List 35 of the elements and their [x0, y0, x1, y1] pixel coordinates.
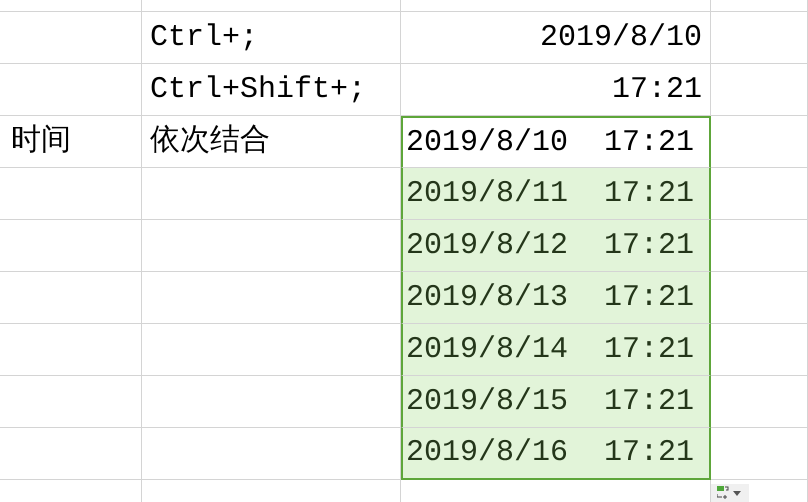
- table-cell[interactable]: 2019/8/13 17:21: [401, 272, 711, 324]
- table-cell[interactable]: 2019/8/11 17:21: [401, 168, 711, 220]
- table-cell[interactable]: [0, 324, 142, 376]
- table-cell[interactable]: [0, 0, 142, 12]
- table-cell[interactable]: 时间: [0, 116, 142, 168]
- caret-icon: [733, 490, 741, 496]
- table-cell[interactable]: 2019/8/14 17:21: [401, 324, 711, 376]
- table-cell[interactable]: [142, 0, 401, 12]
- table-cell[interactable]: [0, 220, 142, 272]
- table-cell[interactable]: [711, 12, 808, 64]
- table-cell[interactable]: [711, 376, 808, 428]
- table-cell[interactable]: [711, 116, 808, 168]
- table-cell[interactable]: 2019/8/12 17:21: [401, 220, 711, 272]
- table-cell[interactable]: [711, 64, 808, 116]
- quick-fill-button[interactable]: [711, 484, 749, 502]
- table-cell[interactable]: [0, 168, 142, 220]
- table-cell[interactable]: Ctrl+;: [142, 12, 401, 64]
- table-cell[interactable]: [711, 220, 808, 272]
- table-cell[interactable]: [0, 272, 142, 324]
- table-cell[interactable]: [711, 324, 808, 376]
- table-cell[interactable]: [401, 0, 711, 12]
- table-cell[interactable]: 2019/8/15 17:21: [401, 376, 711, 428]
- table-cell[interactable]: [0, 428, 142, 480]
- table-cell[interactable]: Ctrl+Shift+;: [142, 64, 401, 116]
- table-cell[interactable]: [711, 428, 808, 480]
- table-cell[interactable]: [0, 64, 142, 116]
- table-cell[interactable]: [711, 272, 808, 324]
- table-cell[interactable]: [711, 168, 808, 220]
- quick-fill-icon: [717, 486, 729, 500]
- table-cell[interactable]: [0, 376, 142, 428]
- table-cell[interactable]: 2019/8/10: [401, 12, 711, 64]
- table-cell[interactable]: [711, 0, 808, 12]
- table-cell[interactable]: 2019/8/16 17:21: [401, 428, 711, 480]
- table-cell[interactable]: 2019/8/10 17:21: [401, 116, 711, 168]
- table-cell[interactable]: [0, 12, 142, 64]
